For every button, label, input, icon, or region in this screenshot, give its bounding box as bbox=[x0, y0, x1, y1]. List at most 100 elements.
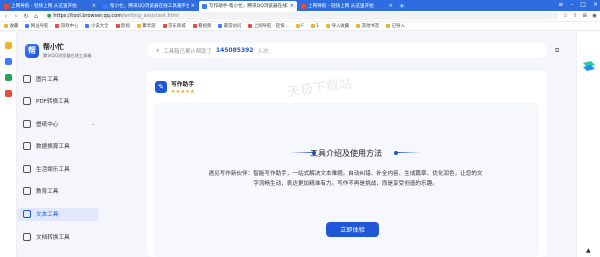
browser-tab[interactable]: 帮小忙，腾讯QQ浏览器在线工具箱平台 × bbox=[100, 1, 198, 11]
close-icon[interactable]: × bbox=[92, 3, 96, 9]
bookmark-item[interactable]: 京东商城 bbox=[162, 23, 186, 29]
bookmark-item[interactable]: 其他书签 bbox=[356, 23, 379, 29]
tab-strip: 上网导航 - 轻快上网 从这里开始 × 帮小忙，腾讯QQ浏览器在线工具箱平台 ×… bbox=[0, 0, 600, 11]
sidebar-item-label: 教育工具 bbox=[36, 189, 59, 196]
bell-icon[interactable]: ▲ bbox=[586, 247, 591, 254]
sidebar-item[interactable]: 教育工具 bbox=[17, 185, 99, 198]
nav-item-icon bbox=[23, 232, 31, 241]
sidebar-item[interactable]: 文本工具 bbox=[17, 207, 99, 221]
writing-tool-icon: ✎ bbox=[155, 81, 167, 93]
bookmark-label: 京东商城 bbox=[168, 24, 186, 29]
search-bar[interactable]: ⌕ 工具箱已累计帮助了 145085392 人次 bbox=[147, 43, 547, 58]
close-icon[interactable]: × bbox=[290, 3, 294, 9]
browser-tab[interactable]: 上网导航 - 轻快上网 从这里开始 × bbox=[1, 1, 99, 11]
bookmark-icon bbox=[310, 24, 315, 28]
history-icon[interactable] bbox=[5, 58, 12, 65]
browser-tab-active[interactable]: 写作助手-帮小忙，腾讯QQ浏览器在线工具 × bbox=[199, 1, 297, 11]
new-tab-button[interactable]: + bbox=[399, 1, 405, 11]
sidebar-item[interactable]: 塑纸中心 ⌄ bbox=[17, 117, 99, 130]
tab-favicon-icon bbox=[103, 3, 108, 9]
try-now-button[interactable]: 立即体验 bbox=[326, 222, 379, 237]
bookmark-label: 1 bbox=[316, 23, 320, 29]
refresh-icon[interactable]: ↻ bbox=[23, 13, 29, 20]
forward-icon[interactable]: › bbox=[13, 13, 19, 20]
sidebar-item[interactable]: PDF转换工具 bbox=[17, 95, 99, 108]
search-suffix: 人次 bbox=[257, 48, 269, 55]
search-icon: ⌕ bbox=[156, 46, 160, 54]
sidebar-item[interactable]: 文档转换工具 bbox=[17, 230, 99, 243]
tab-favicon-icon bbox=[4, 3, 9, 9]
rating-stars: ★★★★★ bbox=[171, 89, 195, 95]
download-icon[interactable]: ⇩ bbox=[573, 13, 578, 19]
bookmark-icon bbox=[218, 24, 223, 28]
bookmark-label: 导入收藏 bbox=[331, 24, 350, 29]
sidebar-item-label: 文档转换工具 bbox=[36, 234, 70, 241]
close-icon[interactable]: × bbox=[191, 3, 195, 9]
bookmark-icon bbox=[55, 24, 60, 28]
extensions-icon[interactable]: ⊞ bbox=[583, 13, 588, 19]
nav-item-icon bbox=[23, 142, 31, 151]
bookmark-label: 已导入 bbox=[391, 24, 405, 29]
bookmark-item[interactable]: 聚享游 bbox=[136, 23, 156, 29]
sidebar-item[interactable]: 数据换算工具 bbox=[17, 140, 99, 153]
sidebar: 帮 帮小忙 腾讯QQ浏览器在线工具箱 图片工具 PDF转换工具塑纸中心 ⌄ 数据换算工… bbox=[17, 32, 105, 257]
bookmark-label: 网址导航 bbox=[30, 24, 49, 29]
bookmark-item[interactable]: 最常访问 bbox=[218, 23, 241, 29]
usage-count: 145085392 bbox=[215, 47, 254, 54]
intro-panel: 工具介绍及使用方法 遇见写作新伙伴：智能写作助手，一站式解决文本难题。自动纠错、… bbox=[153, 103, 539, 257]
tab-favicon-icon bbox=[202, 3, 207, 9]
minimize-icon[interactable]: – bbox=[570, 0, 573, 10]
sidebar-item-label: 文本工具 bbox=[36, 212, 59, 219]
url-input[interactable]: ● https://tool.browser.qq.com /writing_a… bbox=[43, 12, 560, 20]
bookmark-item[interactable]: 影视 bbox=[115, 23, 130, 29]
menu-icon[interactable]: ≡ bbox=[558, 0, 563, 10]
brand[interactable]: 帮 帮小忙 腾讯QQ浏览器在线工具箱 bbox=[25, 42, 91, 59]
bookmark-label: 收藏 bbox=[9, 24, 19, 29]
sidebar-item-label: 塑纸中心 bbox=[36, 121, 59, 128]
bookmark-item[interactable]: 导入收藏 bbox=[326, 23, 349, 29]
bookmark-label: 小说大全 bbox=[90, 24, 109, 29]
bookmark-item[interactable]: 已导入 bbox=[386, 23, 405, 29]
tab-title: 上网导航 - 轻快上网 从这里开始 bbox=[308, 4, 374, 9]
bookmark-icon bbox=[248, 24, 253, 28]
nav-item-icon bbox=[23, 164, 31, 173]
favorites-icon[interactable] bbox=[5, 42, 12, 49]
bookmark-item[interactable]: 小说大全 bbox=[85, 23, 109, 29]
sidebar-item-label: 数据换算工具 bbox=[36, 144, 70, 151]
close-icon[interactable]: × bbox=[389, 3, 393, 9]
bookmark-item[interactable]: 网址导航 bbox=[25, 23, 48, 29]
home-icon[interactable]: ⌂ bbox=[33, 13, 39, 20]
toolbar-right: ☆ ⇩ ⊞ ◉ bbox=[563, 13, 597, 19]
bookmark-label: 看视频 bbox=[198, 24, 212, 29]
bookmark-label: 影视 bbox=[121, 24, 130, 29]
close-window-icon[interactable]: × bbox=[593, 0, 598, 10]
bookmark-item[interactable]: F bbox=[295, 24, 304, 29]
bookmark-icon bbox=[386, 24, 391, 28]
bookmark-item[interactable]: 游戏中心 bbox=[55, 23, 78, 29]
doc-icon[interactable] bbox=[5, 90, 12, 97]
search-prefix: 工具箱已累计帮助了 bbox=[163, 48, 212, 55]
bookmark-item[interactable]: 1 bbox=[310, 23, 320, 29]
intro-text: 遇见写作新伙伴：智能写作助手，一站式解决文本难题。自动纠错、补全内容、生成篇章、… bbox=[208, 171, 483, 187]
sidebar-item[interactable]: 生活娱乐工具 bbox=[17, 162, 99, 175]
sidebar-item[interactable]: 图片工具 bbox=[17, 72, 99, 85]
maximize-icon[interactable]: □ bbox=[580, 0, 586, 10]
bookmark-item[interactable]: 看视频 bbox=[192, 23, 212, 29]
apps-icon[interactable] bbox=[5, 74, 12, 81]
sidebar-nav: 图片工具 PDF转换工具塑纸中心 ⌄ 数据换算工具生活娱乐工具教育工具文本工具文档转换… bbox=[17, 72, 99, 253]
app-logo-icon[interactable] bbox=[582, 60, 596, 72]
address-bar: ‹ › ↻ ⌂ ● https://tool.browser.qq.com /w… bbox=[0, 11, 600, 22]
url-path: /writing_assistant.html bbox=[122, 13, 179, 19]
browser-tab[interactable]: 上网导航 - 轻快上网 从这里开始 × bbox=[298, 1, 396, 11]
star-icon[interactable]: ☆ bbox=[563, 13, 568, 19]
brand-subtitle: 腾讯QQ浏览器在线工具箱 bbox=[43, 53, 92, 58]
bookmark-item[interactable]: 上网导航 - 轻快... bbox=[248, 23, 289, 29]
bookmark-label: 游戏中心 bbox=[60, 24, 79, 29]
chevron-down-icon[interactable]: ⌄ bbox=[91, 121, 95, 127]
back-icon[interactable]: ‹ bbox=[3, 13, 9, 20]
bookmark-label: 聚享游 bbox=[142, 24, 156, 29]
profile-icon[interactable]: ◉ bbox=[592, 13, 597, 19]
external-link-icon[interactable]: ⧉ bbox=[555, 47, 563, 55]
bookmark-item[interactable]: 收藏 bbox=[4, 23, 18, 29]
bookmark-icon bbox=[4, 24, 8, 28]
